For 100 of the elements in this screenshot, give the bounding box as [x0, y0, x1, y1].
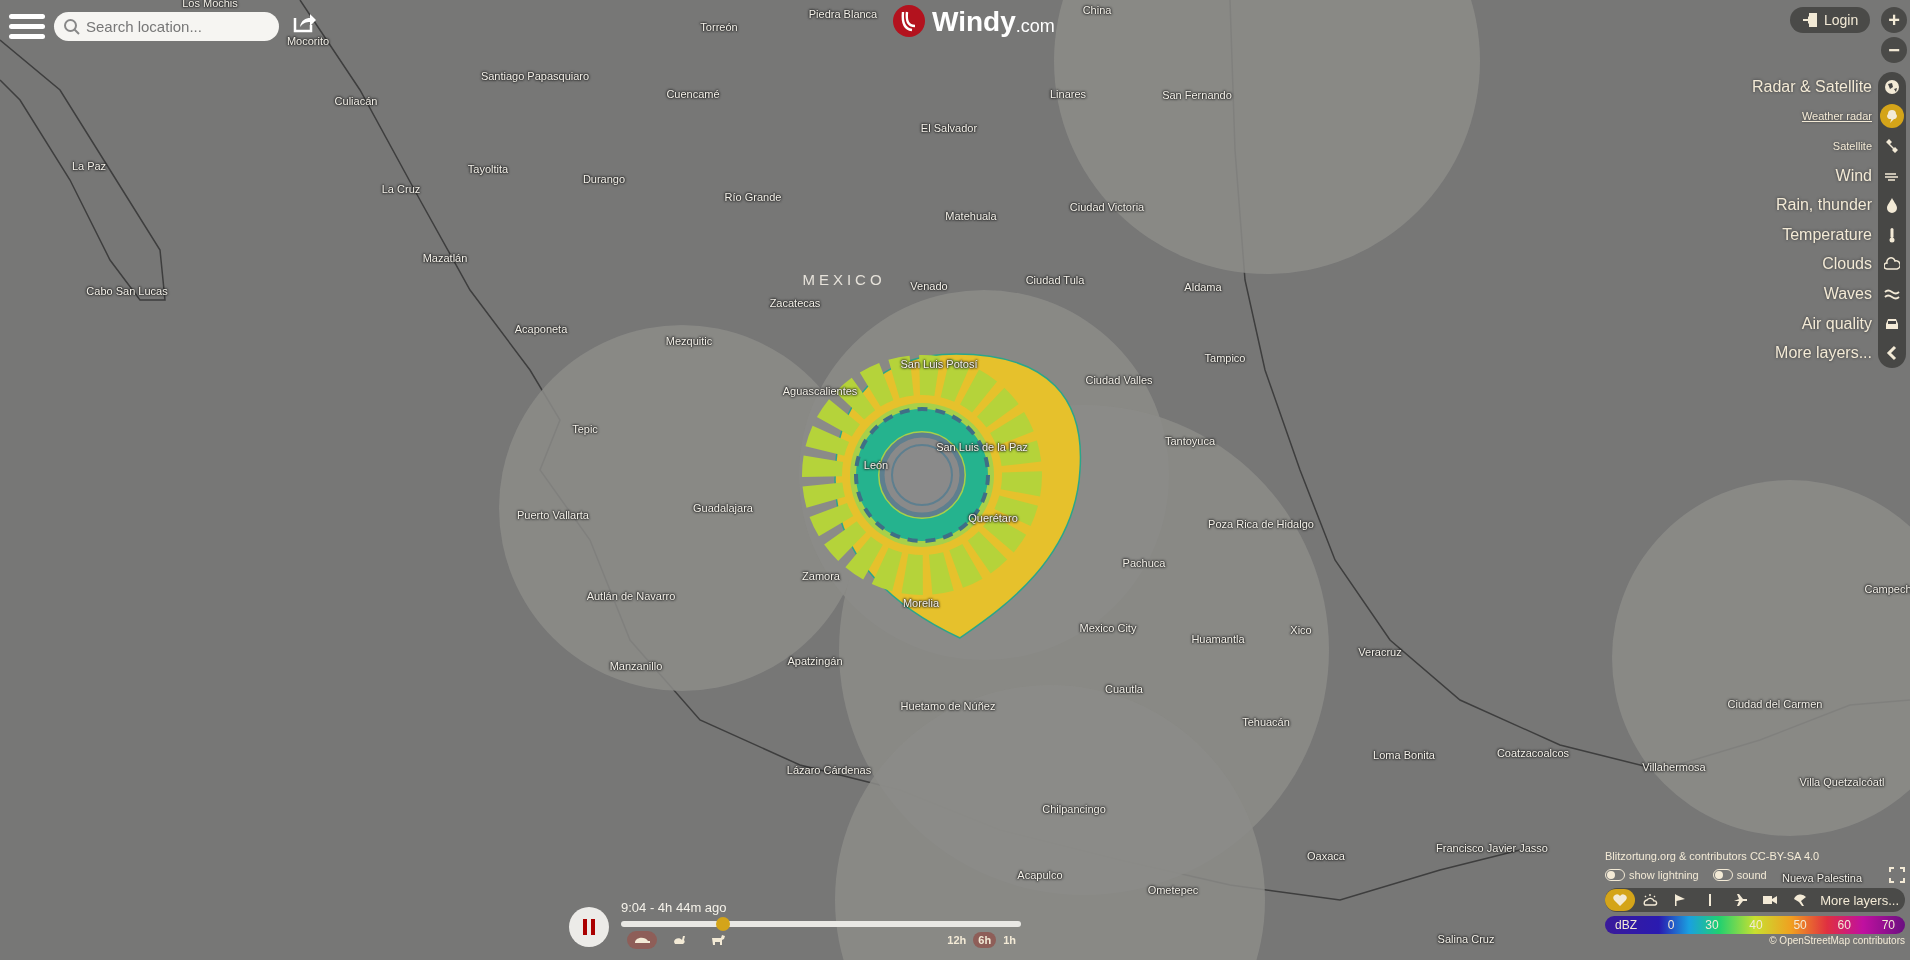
city-label: Mexico City	[1079, 622, 1137, 634]
city-label: San Luis Potosí	[900, 358, 978, 370]
city-label: Salina Cruz	[1437, 933, 1495, 945]
city-label: La Paz	[71, 160, 107, 172]
menu-icon[interactable]	[8, 11, 46, 41]
login-icon	[1802, 12, 1818, 28]
more-layers-button[interactable]: More layers...	[1820, 892, 1899, 908]
city-label: Oaxaca	[1307, 850, 1345, 862]
city-label: Guadalajara	[693, 502, 753, 514]
city-label: Tayoltita	[467, 163, 509, 175]
city-label: Francisco Javier Jasso	[1436, 842, 1548, 854]
logo-domain: .com	[1015, 16, 1055, 36]
zoom-button[interactable]: +	[1881, 7, 1907, 33]
city-label: Matehuala	[945, 210, 997, 222]
timeline-time: 9:04 - 4h 44m ago	[621, 900, 728, 915]
city-label: Coatzacoalcos	[1496, 747, 1570, 759]
legend-value: 60	[1837, 918, 1851, 932]
share-icon[interactable]	[293, 11, 317, 33]
layer-menu-item[interactable]: More layers...	[1775, 344, 1872, 363]
layer-menu-item[interactable]: Clouds	[1822, 255, 1872, 274]
range-tab[interactable]: 1h	[998, 932, 1021, 948]
layer-menu-item[interactable]: Weather radar	[1801, 110, 1872, 123]
legend-value: 50	[1793, 918, 1807, 932]
city-label: Los Mochis	[182, 0, 238, 9]
toggle-label: sound	[1736, 869, 1767, 881]
city-label: Ciudad del Carmen	[1727, 698, 1823, 710]
city-label: Tehuacán	[1242, 716, 1290, 728]
city-label: Culiacán	[334, 95, 378, 107]
city-label: Xico	[1290, 624, 1312, 636]
city-label: Durango	[582, 173, 626, 185]
city-label: Ciudad Tula	[1025, 274, 1085, 286]
city-label: Venado	[910, 280, 948, 292]
city-label: Puerto Vallarta	[517, 509, 589, 521]
layer-menu-item[interactable]: Waves	[1823, 284, 1872, 303]
city-label: Nueva Palestina	[1781, 872, 1863, 884]
attribution-text: © OpenStreetMap contributors	[1769, 935, 1905, 946]
city-label: Zacatecas	[769, 297, 821, 309]
city-label: Río Grande	[724, 191, 782, 203]
toggle-label: show lightning	[1629, 869, 1699, 881]
city-label: Villahermosa	[1642, 761, 1706, 773]
city-label: Veracruz	[1358, 646, 1402, 658]
city-label: Apatzingán	[787, 655, 843, 667]
city-label: Torreón	[700, 21, 738, 33]
city-label: Campech	[1864, 583, 1910, 595]
legend-value: 30	[1705, 918, 1719, 932]
legend-unit: dBZ	[1615, 918, 1637, 932]
city-label: San Fernando	[1162, 89, 1232, 101]
city-label: San Luis de la Paz	[936, 441, 1028, 453]
city-label: Autlán de Navarro	[586, 590, 676, 602]
city-label: Mocorito	[286, 35, 330, 47]
layer-menu-item[interactable]: Radar & Satellite	[1751, 77, 1872, 96]
login-button[interactable]: Login	[1790, 7, 1871, 33]
city-label: Lázaro Cárdenas	[786, 764, 872, 776]
city-label: Mezquitic	[665, 335, 713, 347]
logo-text: Windy	[932, 6, 1016, 38]
city-label: Manzanillo	[609, 660, 663, 672]
timeline-thumb[interactable]	[716, 917, 731, 931]
city-label: Cabo San Lucas	[86, 285, 168, 297]
city-label: Linares	[1049, 88, 1087, 100]
city-label: Huamantla	[1191, 633, 1245, 645]
city-label: Ciudad Valles	[1085, 374, 1153, 386]
turtle-icon[interactable]	[627, 931, 657, 949]
city-label: Tantoyuca	[1164, 435, 1216, 447]
layer-menu-item[interactable]: Satellite	[1832, 140, 1872, 152]
city-label: Mazatlán	[422, 252, 468, 264]
attribution-text: Blitzortung.org & contributors CC-BY-SA 4.0	[1605, 850, 1821, 862]
layer-menu-item[interactable]: Wind	[1835, 166, 1872, 185]
search-field[interactable]: Search location...	[54, 11, 279, 41]
city-label: Chilpancingo	[1042, 803, 1106, 815]
city-label: Huetamo de Núñez	[900, 700, 996, 712]
city-label: Cuautla	[1105, 683, 1143, 695]
city-label: Piedra Blanca	[808, 8, 878, 20]
city-label: La Cruz	[381, 183, 421, 195]
city-label: Acapulco	[1017, 869, 1063, 881]
radar-icon[interactable]	[1880, 104, 1904, 129]
pause-icon	[581, 918, 597, 936]
range-tab[interactable]: 12h	[942, 932, 972, 948]
city-label: Ometepec	[1147, 884, 1199, 896]
layer-menu-item[interactable]: Air quality	[1801, 314, 1872, 333]
city-label: China	[1082, 4, 1112, 16]
city-label: Pachuca	[1122, 557, 1166, 569]
layer-menu-item[interactable]: Rain, thunder	[1775, 196, 1872, 215]
layer-menu-item[interactable]: Temperature	[1782, 225, 1872, 244]
heart-icon[interactable]	[1605, 889, 1635, 911]
zoom-button[interactable]: −	[1881, 37, 1907, 63]
city-label: Ciudad Victoria	[1069, 201, 1145, 213]
city-label: Poza Rica de Hidalgo	[1208, 518, 1314, 530]
fullscreen-icon[interactable]	[1889, 867, 1905, 883]
city-label: Morelia	[902, 597, 940, 609]
city-label: Zamora	[802, 570, 840, 582]
legend-value: 0	[1667, 918, 1675, 932]
city-label: Santiago Papasquiaro	[480, 70, 590, 82]
logo-icon	[892, 4, 926, 38]
city-label: Villa Quetzalcóatl	[1799, 776, 1885, 788]
city-label: El Salvador	[920, 122, 978, 134]
city-label: Tampico	[1204, 352, 1246, 364]
city-label: Acaponeta	[514, 323, 568, 335]
pause-button[interactable]	[569, 907, 609, 947]
country-label: MEXICO	[802, 270, 886, 288]
legend-value: 40	[1749, 918, 1763, 932]
